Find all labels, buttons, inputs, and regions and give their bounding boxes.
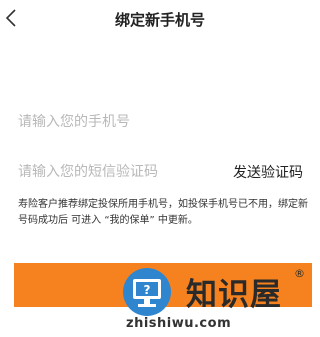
sms-code-input[interactable] bbox=[18, 158, 208, 186]
header-bar: 绑定新手机号 bbox=[0, 0, 320, 40]
phone-input[interactable] bbox=[18, 108, 302, 136]
page-title: 绑定新手机号 bbox=[114, 11, 205, 29]
watermark-brand: 知识屋 bbox=[186, 277, 282, 313]
svg-text:?: ? bbox=[144, 283, 151, 297]
notice-text: 寿险客户推荐绑定投保所用手机号，如投保手机号已不用，绑定新号码成功后 可进入 “… bbox=[18, 199, 308, 226]
registered-mark: ® bbox=[294, 267, 305, 280]
watermark: ? 知识屋 ® zhishiwu.com bbox=[122, 267, 318, 335]
send-code-button[interactable]: 发送验证码 bbox=[233, 162, 303, 182]
monitor-question-icon: ? bbox=[123, 268, 171, 316]
watermark-domain: zhishiwu.com bbox=[126, 316, 232, 331]
